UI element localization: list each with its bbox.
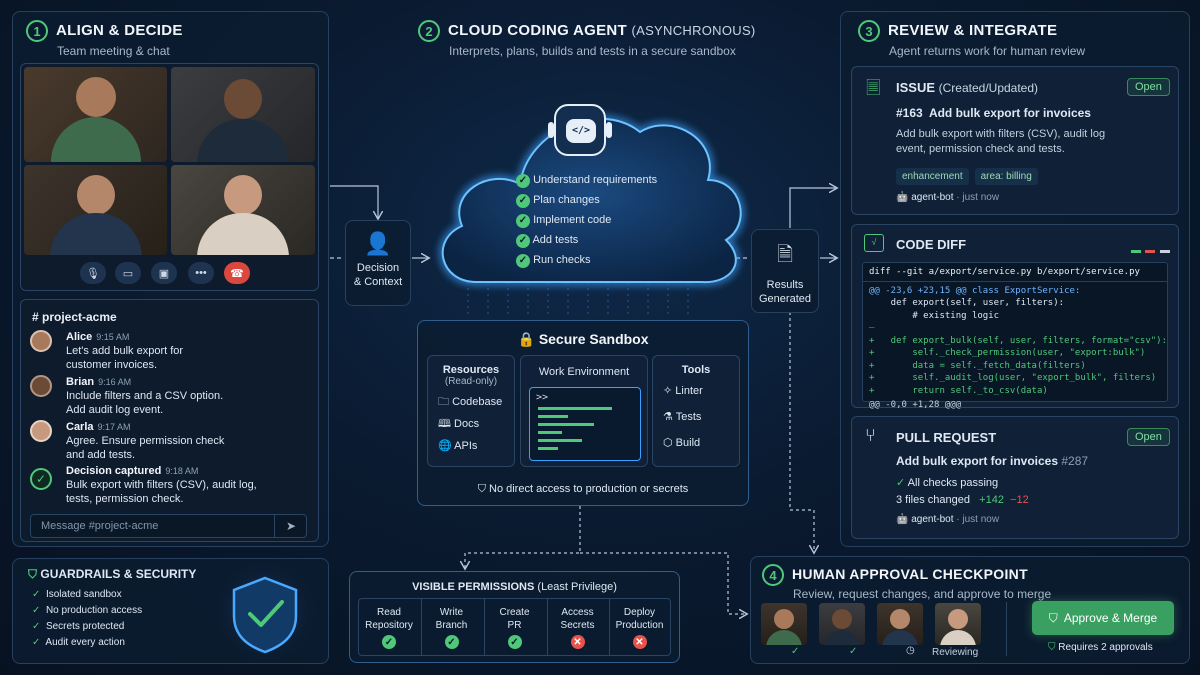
step-number: 4 bbox=[762, 564, 784, 586]
permissions-title: VISIBLE PERMISSIONS (Least Privilege) bbox=[412, 581, 617, 593]
check-icon: ✓ bbox=[444, 635, 459, 649]
reviewer-avatar[interactable] bbox=[935, 603, 981, 645]
clock-icon: ◷ bbox=[906, 645, 915, 656]
approval-header: 4 HUMAN APPROVAL CHECKPOINT Review, reque… bbox=[762, 564, 1051, 601]
permission-deploy-production: Deploy Production ✕ bbox=[609, 598, 669, 656]
approval-title: HUMAN APPROVAL CHECKPOINT bbox=[792, 566, 1028, 583]
permission-access-secrets: Access Secrets ✕ bbox=[547, 598, 607, 656]
reviewing-label: Reviewing bbox=[932, 647, 979, 658]
approved-check-icon: ✓ bbox=[791, 646, 800, 657]
reviewer-avatar[interactable] bbox=[819, 603, 865, 645]
permission-read-repository: Read Repository ✓ bbox=[365, 607, 413, 649]
approved-check-icon: ✓ bbox=[849, 646, 858, 657]
permission-create-pr: Create PR ✓ bbox=[484, 598, 544, 656]
x-icon: ✕ bbox=[632, 635, 647, 649]
check-icon: ✓ bbox=[382, 635, 396, 649]
x-icon: ✕ bbox=[570, 635, 585, 649]
requires-approvals: ⛉ Requires 2 approvals bbox=[1048, 642, 1153, 653]
reviewer-avatar[interactable] bbox=[877, 603, 923, 645]
approve-merge-button[interactable]: ⛉ Approve & Merge bbox=[1032, 601, 1174, 635]
shield-check-icon: ⛉ bbox=[1048, 610, 1058, 625]
permission-write-branch: Write Branch ✓ bbox=[421, 598, 481, 656]
approval-subtitle: Review, request changes, and approve to … bbox=[793, 587, 1052, 601]
shield-check-icon: ⛉ bbox=[1048, 642, 1056, 653]
reviewer-avatar[interactable] bbox=[761, 603, 807, 645]
check-icon: ✓ bbox=[507, 635, 522, 649]
